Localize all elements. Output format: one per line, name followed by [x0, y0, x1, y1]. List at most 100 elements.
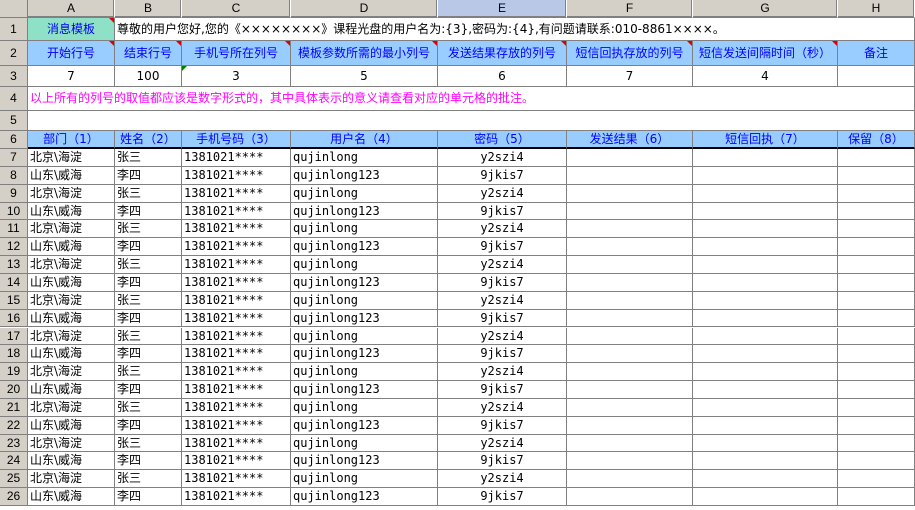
- cell-g13[interactable]: [693, 256, 838, 274]
- cell-a23[interactable]: 北京\海淀: [28, 434, 115, 453]
- cell-f6-column-label[interactable]: 发送结果（6）: [567, 131, 693, 149]
- cell-e10[interactable]: 9jkis7: [438, 202, 567, 221]
- cell-d10[interactable]: qujinlong123: [291, 202, 438, 221]
- cell-g3-param-value[interactable]: 4: [693, 66, 838, 87]
- cell-b25[interactable]: 张三: [115, 470, 182, 489]
- cell-g23[interactable]: [693, 434, 838, 453]
- cell-d22[interactable]: qujinlong123: [291, 416, 438, 435]
- cell-a6-column-label[interactable]: 部门（1）: [28, 131, 115, 149]
- cell-b22[interactable]: 李四: [115, 416, 182, 435]
- cell-c14[interactable]: 1381021****: [182, 273, 291, 292]
- cell-c8[interactable]: 1381021****: [182, 166, 291, 185]
- cell-b17[interactable]: 张三: [115, 327, 182, 346]
- cell-b15[interactable]: 张三: [115, 291, 182, 310]
- cell-h12[interactable]: [838, 238, 915, 257]
- cell-b21[interactable]: 张三: [115, 398, 182, 417]
- cell-d11[interactable]: qujinlong: [291, 220, 438, 239]
- cell-h13[interactable]: [838, 256, 915, 274]
- cell-c2-param-header[interactable]: 手机号所在列号: [182, 41, 291, 66]
- cell-a26[interactable]: 山东\威海: [28, 488, 115, 506]
- cell-a12[interactable]: 山东\威海: [28, 238, 115, 257]
- cell-e9[interactable]: y2szi4: [438, 184, 567, 203]
- cell-e11[interactable]: y2szi4: [438, 220, 567, 239]
- cell-f26[interactable]: [567, 488, 693, 506]
- column-header-c[interactable]: C: [182, 0, 291, 18]
- cell-g21[interactable]: [693, 398, 838, 417]
- cell-h26[interactable]: [838, 488, 915, 506]
- row-header-6[interactable]: 6: [0, 131, 28, 149]
- row-header-7[interactable]: 7: [0, 149, 28, 167]
- cell-f18[interactable]: [567, 345, 693, 364]
- cell-h19[interactable]: [838, 363, 915, 382]
- cell-e15[interactable]: y2szi4: [438, 291, 567, 310]
- row-header-19[interactable]: 19: [0, 363, 28, 382]
- cell-b20[interactable]: 李四: [115, 381, 182, 399]
- cell-d9[interactable]: qujinlong: [291, 184, 438, 203]
- cell-a4-note[interactable]: 以上所有的列号的取值都应该是数字形式的，其中具体表示的意义请查看对应的单元格的批…: [28, 87, 915, 111]
- cell-f16[interactable]: [567, 309, 693, 328]
- cell-b12[interactable]: 李四: [115, 238, 182, 257]
- cell-g24[interactable]: [693, 452, 838, 471]
- row-header-8[interactable]: 8: [0, 166, 28, 185]
- cell-d3-param-value[interactable]: 5: [291, 66, 438, 87]
- cell-g8[interactable]: [693, 166, 838, 185]
- cell-a7[interactable]: 北京\海淀: [28, 149, 115, 167]
- cell-b9[interactable]: 张三: [115, 184, 182, 203]
- cell-b13[interactable]: 张三: [115, 256, 182, 274]
- cell-b24[interactable]: 李四: [115, 452, 182, 471]
- row-header-15[interactable]: 15: [0, 291, 28, 310]
- row-header-10[interactable]: 10: [0, 202, 28, 221]
- cell-a18[interactable]: 山东\威海: [28, 345, 115, 364]
- cell-a20[interactable]: 山东\威海: [28, 381, 115, 399]
- cell-g11[interactable]: [693, 220, 838, 239]
- cell-e21[interactable]: y2szi4: [438, 398, 567, 417]
- cell-c7[interactable]: 1381021****: [182, 149, 291, 167]
- cell-c16[interactable]: 1381021****: [182, 309, 291, 328]
- cell-f8[interactable]: [567, 166, 693, 185]
- cell-b14[interactable]: 李四: [115, 273, 182, 292]
- cell-h14[interactable]: [838, 273, 915, 292]
- cell-g20[interactable]: [693, 381, 838, 399]
- row-header-5[interactable]: 5: [0, 111, 28, 131]
- cell-f13[interactable]: [567, 256, 693, 274]
- cell-h25[interactable]: [838, 470, 915, 489]
- cell-f14[interactable]: [567, 273, 693, 292]
- cell-e14[interactable]: 9jkis7: [438, 273, 567, 292]
- row-header-21[interactable]: 21: [0, 398, 28, 417]
- cell-g6-column-label[interactable]: 短信回执（7）: [693, 131, 838, 149]
- cell-f12[interactable]: [567, 238, 693, 257]
- cell-b26[interactable]: 李四: [115, 488, 182, 506]
- cell-a17[interactable]: 北京\海淀: [28, 327, 115, 346]
- cell-e12[interactable]: 9jkis7: [438, 238, 567, 257]
- column-header-g[interactable]: G: [693, 0, 838, 18]
- row-header-18[interactable]: 18: [0, 345, 28, 364]
- cell-c21[interactable]: 1381021****: [182, 398, 291, 417]
- cell-a22[interactable]: 山东\威海: [28, 416, 115, 435]
- cell-d6-column-label[interactable]: 用户名（4）: [291, 131, 438, 149]
- row-header-20[interactable]: 20: [0, 381, 28, 399]
- cell-e13[interactable]: y2szi4: [438, 256, 567, 274]
- cell-d2-param-header[interactable]: 模板参数所需的最小列号: [291, 41, 438, 66]
- cell-c13[interactable]: 1381021****: [182, 256, 291, 274]
- cell-b6-column-label[interactable]: 姓名（2）: [115, 131, 182, 149]
- cell-h10[interactable]: [838, 202, 915, 221]
- cell-f3-param-value[interactable]: 7: [567, 66, 693, 87]
- row-header-17[interactable]: 17: [0, 327, 28, 346]
- row-header-14[interactable]: 14: [0, 273, 28, 292]
- row-header-3[interactable]: 3: [0, 66, 28, 87]
- cell-c12[interactable]: 1381021****: [182, 238, 291, 257]
- cell-d23[interactable]: qujinlong: [291, 434, 438, 453]
- cell-f23[interactable]: [567, 434, 693, 453]
- cell-e25[interactable]: y2szi4: [438, 470, 567, 489]
- cell-f2-param-header[interactable]: 短信回执存放的列号: [567, 41, 693, 66]
- cell-g14[interactable]: [693, 273, 838, 292]
- column-header-h[interactable]: H: [838, 0, 915, 18]
- cell-d8[interactable]: qujinlong123: [291, 166, 438, 185]
- cell-g2-param-header[interactable]: 短信发送间隔时间（秒）: [693, 41, 838, 66]
- cell-e6-column-label[interactable]: 密码（5）: [438, 131, 567, 149]
- cell-d14[interactable]: qujinlong123: [291, 273, 438, 292]
- cell-d16[interactable]: qujinlong123: [291, 309, 438, 328]
- cell-h17[interactable]: [838, 327, 915, 346]
- cell-h8[interactable]: [838, 166, 915, 185]
- cell-c26[interactable]: 1381021****: [182, 488, 291, 506]
